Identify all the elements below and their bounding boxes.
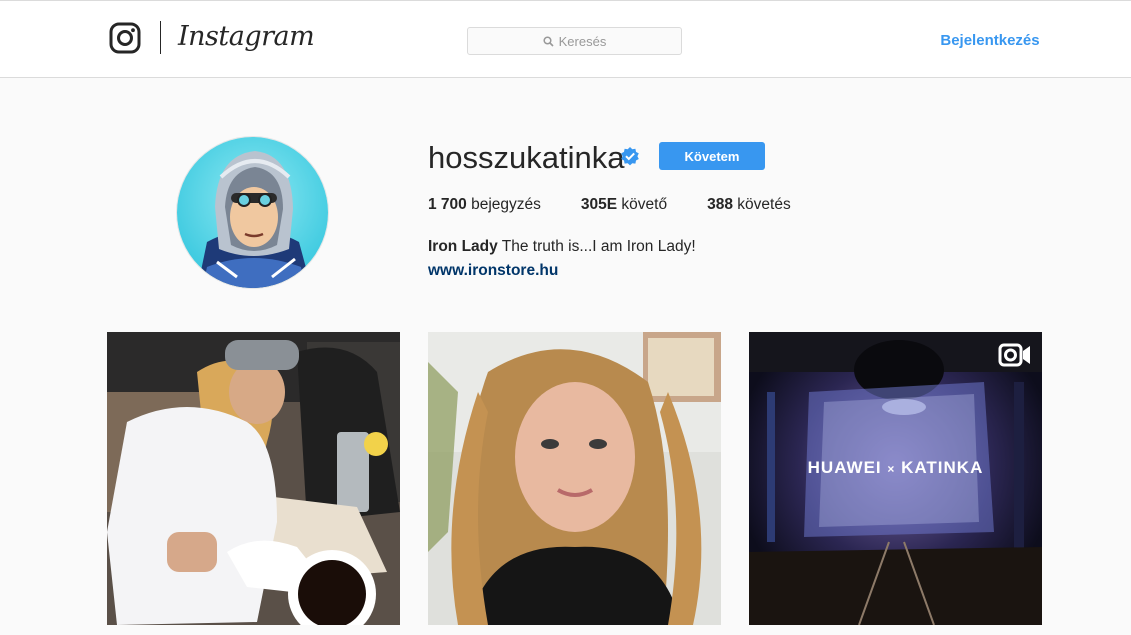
video-overlay-caption: HUAWEI × KATINKA xyxy=(749,458,1042,478)
bio-text: The truth is...I am Iron Lady! xyxy=(501,238,696,255)
profile-stats: 1 700 bejegyzés 305E követő 388 követés xyxy=(428,196,791,214)
search-icon xyxy=(543,35,554,47)
profile-website-link[interactable]: www.ironstore.hu xyxy=(428,261,558,281)
following-count-stat[interactable]: 388 követés xyxy=(707,196,791,214)
posts-count-label: bejegyzés xyxy=(471,196,541,213)
post-thumbnail[interactable] xyxy=(428,332,721,625)
posts-count-stat: 1 700 bejegyzés xyxy=(428,196,541,214)
instagram-wordmark[interactable]: Instagram xyxy=(178,19,315,55)
posts-count-value: 1 700 xyxy=(428,196,467,213)
overlay-right: KATINKA xyxy=(901,458,984,477)
followers-count-value: 305E xyxy=(580,196,618,213)
overlay-left: HUAWEI xyxy=(807,458,882,477)
search-input[interactable]: Keresés xyxy=(467,27,682,55)
top-navigation-bar: Instagram Keresés Bejelentkezés xyxy=(0,0,1131,78)
post-thumbnail-video[interactable]: HUAWEI × KATINKA xyxy=(749,332,1042,625)
search-placeholder: Keresés xyxy=(558,33,607,49)
follow-button[interactable]: Követem xyxy=(659,142,765,170)
bio-full-name: Iron Lady xyxy=(428,238,498,255)
following-count-label: követés xyxy=(737,196,791,213)
followers-count-label: követő xyxy=(621,196,668,213)
profile-avatar[interactable] xyxy=(176,136,329,289)
following-count-value: 388 xyxy=(707,196,733,213)
followers-count-stat[interactable]: 305E követő xyxy=(581,196,667,214)
login-link[interactable]: Bejelentkezés xyxy=(930,31,1050,51)
post-image xyxy=(428,332,721,625)
profile-username: hosszukatinka xyxy=(428,140,625,175)
post-image xyxy=(107,332,400,625)
instagram-camera-icon[interactable] xyxy=(109,22,141,54)
overlay-sep: × xyxy=(887,462,896,476)
verified-badge-icon xyxy=(621,147,639,166)
post-image xyxy=(749,332,1042,625)
post-thumbnail[interactable] xyxy=(107,332,400,625)
video-camera-icon xyxy=(998,343,1030,367)
profile-bio: Iron Lady The truth is...I am Iron Lady! xyxy=(428,237,696,257)
logo-divider xyxy=(160,21,161,54)
